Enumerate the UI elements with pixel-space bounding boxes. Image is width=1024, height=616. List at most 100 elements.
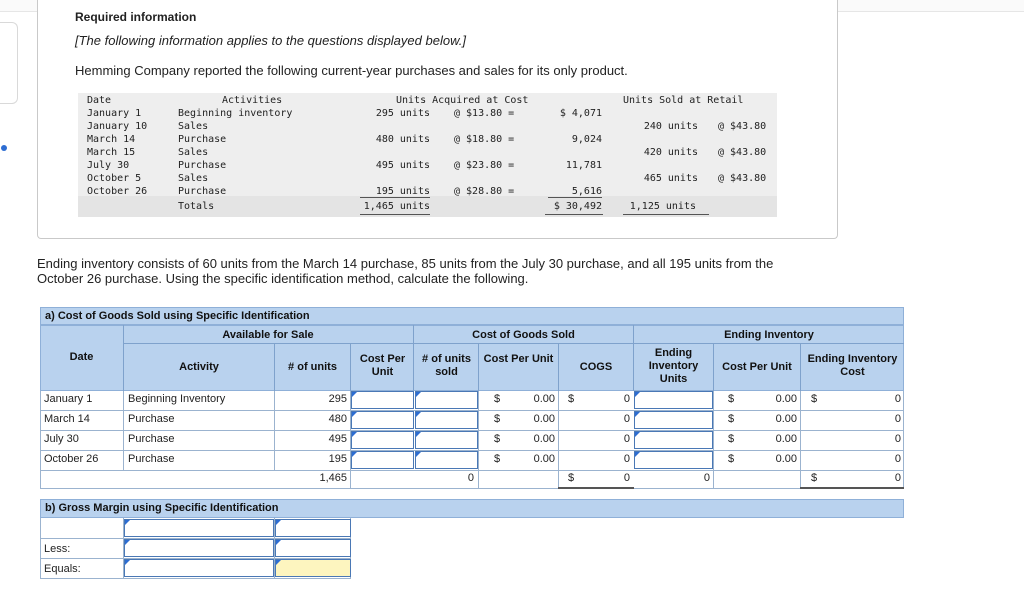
- side-panel-edge[interactable]: [0, 22, 18, 104]
- info-totals-sold: 1,125 units: [629, 201, 696, 212]
- group-available-for-sale: Available for Sale: [222, 329, 314, 341]
- col-ending-cost-per-unit: Cost Per Unit: [722, 361, 792, 373]
- info-row-sold: 465 units: [643, 173, 698, 184]
- info-row-total: 9,024: [571, 134, 602, 145]
- ending-units-input[interactable]: [634, 411, 713, 429]
- ending-dollar-sign: $: [728, 393, 735, 405]
- info-row-activity: Purchase: [178, 134, 227, 145]
- equals-label: Equals:: [44, 563, 81, 575]
- part-a-title-bar: a) Cost of Goods Sold using Specific Ide…: [40, 307, 904, 325]
- info-row-date: January 1: [87, 108, 142, 119]
- ending-unit-cost: 0.00: [775, 453, 797, 465]
- group-cost-of-goods-sold: Cost of Goods Sold: [472, 329, 575, 341]
- info-row-date: October 5: [87, 173, 142, 184]
- info-row-date: March 14: [87, 134, 136, 145]
- info-header-units-sold: Units Sold at Retail: [623, 95, 744, 106]
- units-sold-input[interactable]: [415, 391, 478, 409]
- info-row-retail: @ $43.80: [718, 147, 767, 158]
- part-a-title: a) Cost of Goods Sold using Specific Ide…: [45, 310, 310, 322]
- info-totals-cost: $ 30,492: [553, 201, 602, 212]
- cost-total-underline: [545, 214, 603, 215]
- ending-units-input[interactable]: [634, 391, 713, 409]
- row-units: 480: [328, 413, 347, 425]
- total-cogs-dollar: $: [568, 472, 575, 484]
- total-units: 1,465: [319, 472, 347, 484]
- less-amount-input[interactable]: [275, 539, 351, 557]
- info-row-date: July 30: [87, 160, 130, 171]
- hdr-divider: [350, 343, 351, 391]
- cost-per-unit-input[interactable]: [351, 431, 414, 449]
- row-activity: Beginning Inventory: [128, 393, 226, 405]
- info-row-sold: 420 units: [643, 147, 698, 158]
- hdr-divider: [274, 343, 275, 391]
- info-header-activities: Activities: [222, 95, 283, 106]
- cogs-dollar-sign: $: [494, 433, 501, 445]
- units-total-underline: [360, 214, 430, 215]
- ending-unit-cost: 0.00: [775, 413, 797, 425]
- units-sold-input[interactable]: [415, 411, 478, 429]
- equals-label-input[interactable]: [124, 559, 274, 577]
- total-ending-units: 0: [703, 472, 710, 484]
- ending-inventory-text: Ending inventory consists of 60 units fr…: [37, 256, 774, 286]
- col-line: [713, 391, 714, 489]
- col-line: [123, 391, 124, 471]
- col-activity: Activity: [179, 361, 219, 373]
- row-date: March 14: [44, 413, 90, 425]
- gross-margin-amount-input[interactable]: [275, 519, 351, 537]
- ending-cost: 0: [894, 433, 901, 445]
- applies-note: [The following information applies to th…: [75, 33, 466, 48]
- part-b-title-bar: b) Gross Margin using Specific Identific…: [40, 499, 904, 518]
- cogs-dollar-sign: $: [494, 413, 501, 425]
- cogs-double-underline: [558, 487, 634, 489]
- col-cogs-cost-per-unit: Cost Per Unit: [483, 353, 554, 365]
- row-activity: Purchase: [128, 413, 175, 425]
- col-cogs: COGS: [579, 361, 613, 373]
- hdr-divider: [123, 325, 124, 391]
- cogs-value: 0: [623, 453, 630, 465]
- info-row-total: 11,781: [565, 160, 602, 171]
- info-row-sold: 240 units: [643, 121, 698, 132]
- total-ending-dollar: $: [811, 472, 818, 484]
- cost-per-unit-input[interactable]: [351, 411, 414, 429]
- info-row-units: 295 units: [375, 108, 430, 119]
- ending-units-input[interactable]: [634, 431, 713, 449]
- row-units: 295: [328, 393, 347, 405]
- col-units-sold: # of units sold: [422, 353, 471, 378]
- col-units: # of units: [288, 361, 337, 373]
- units-sold-input[interactable]: [415, 431, 478, 449]
- ending-cost-double-underline: [800, 487, 904, 489]
- ending-cost: 0: [894, 413, 901, 425]
- total-units-sold: 0: [467, 472, 474, 484]
- units-sold-input[interactable]: [415, 451, 478, 469]
- ending-dollar-sign: $: [728, 433, 735, 445]
- info-row-activity: Purchase: [178, 160, 227, 171]
- total-cogs: 0: [623, 472, 630, 484]
- cogs-value-dollar: $: [568, 393, 575, 405]
- gross-margin-label-input[interactable]: [124, 519, 274, 537]
- info-row-date: October 26: [87, 186, 148, 197]
- ending-units-input[interactable]: [634, 451, 713, 469]
- progress-dot-icon: [1, 145, 7, 151]
- info-row-activity: Sales: [178, 147, 209, 158]
- hdr-divider: [413, 325, 414, 391]
- required-info-title: Required information: [75, 10, 197, 24]
- col-date: Date: [69, 351, 94, 363]
- ending-dollar-sign: $: [728, 413, 735, 425]
- ending-cost-dollar: $: [811, 393, 818, 405]
- info-row-units: 480 units: [375, 134, 430, 145]
- info-totals-label: Totals: [178, 201, 215, 212]
- group-divider: [123, 343, 904, 344]
- col-cost-per-unit: Cost Per Unit: [359, 353, 406, 378]
- info-row-retail: @ $43.80: [718, 121, 767, 132]
- cost-per-unit-input[interactable]: [351, 391, 414, 409]
- info-row-cost: @ $28.80 =: [454, 186, 515, 197]
- less-label-input[interactable]: [124, 539, 274, 557]
- hdr-divider: [478, 343, 479, 391]
- ending-cost: 0: [894, 453, 901, 465]
- row-date: July 30: [44, 433, 79, 445]
- equals-amount-input[interactable]: [275, 559, 351, 577]
- info-row-date: January 10: [87, 121, 148, 132]
- info-header-units-acquired: Units Acquired at Cost: [396, 95, 529, 106]
- cost-per-unit-input[interactable]: [351, 451, 414, 469]
- ending-unit-cost: 0.00: [775, 433, 797, 445]
